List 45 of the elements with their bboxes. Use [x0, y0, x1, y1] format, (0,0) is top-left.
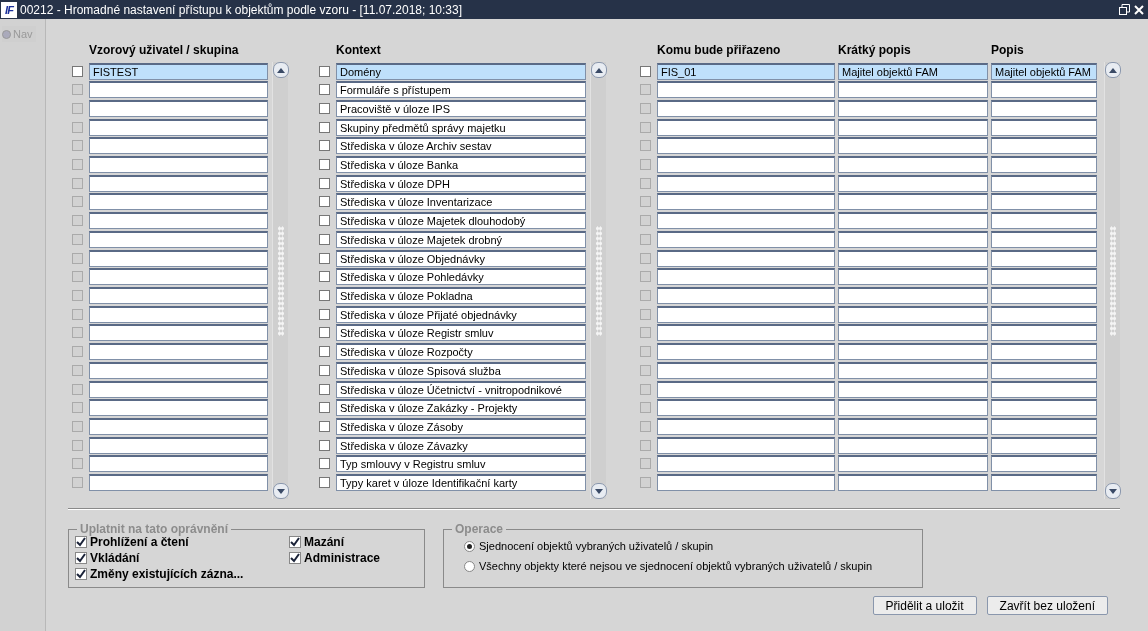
context-field[interactable]: Střediska v úloze Archiv sestav	[336, 137, 586, 155]
context-field[interactable]: Domény	[336, 62, 586, 80]
group-title: Operace	[454, 522, 505, 536]
context-field[interactable]: Střediska v úloze Rozpočty	[336, 343, 586, 361]
context-field[interactable]: Střediska v úloze Účetnictví - vnitropodnikové	[336, 380, 586, 398]
context-field[interactable]: Střediska v úloze Závazky	[336, 436, 586, 454]
checkbox-label: Vkládání	[90, 551, 140, 565]
context-field[interactable]: Střediska v úloze Registr smluv	[336, 324, 586, 342]
column-header: Krátký popis	[838, 43, 912, 57]
radio-label: Sjednocení objektů vybraných uživatelů / skupin	[479, 540, 714, 552]
context-field[interactable]: Pracoviště v úloze IPS	[336, 99, 586, 117]
context-field[interactable]: Střediska v úloze Majetek dlouhodobý	[336, 212, 586, 230]
context-field[interactable]: Typ smlouvy v Registru smluv	[336, 455, 586, 473]
context-field[interactable]: Typy karet v úloze Identifikační karty	[336, 474, 586, 491]
context-field[interactable]: Střediska v úloze Banka	[336, 156, 586, 174]
context-field[interactable]: Střediska v úloze Přijaté objednávky	[336, 305, 586, 323]
target-field[interactable]: Majitel objektů FAM	[991, 62, 1097, 80]
context-field[interactable]: Střediska v úloze Zásoby	[336, 417, 586, 435]
context-field[interactable]: Formuláře s přístupem	[336, 81, 586, 99]
checkbox-label: Administrace	[304, 551, 381, 565]
context-field[interactable]: Střediska v úloze Objednávky	[336, 249, 586, 267]
checkbox-label: Změny existujících zázna...	[90, 567, 244, 581]
window-title: 00212 - Hromadné nastavení přístupu k objektům podle vzoru - [11.07.2018; 10:33]	[20, 2, 464, 17]
context-field[interactable]: Střediska v úloze Majetek drobný	[336, 230, 586, 248]
user-field[interactable]: FISTEST	[89, 62, 268, 80]
column-header: Vzorový uživatel / skupina	[89, 43, 239, 57]
action-button[interactable]: Zavřít bez uložení	[986, 596, 1108, 615]
context-field[interactable]: Střediska v úloze DPH	[336, 174, 586, 192]
context-field[interactable]: Střediska v úloze Inventarizace	[336, 193, 586, 211]
checkbox-label: Mazání	[304, 535, 344, 549]
context-field[interactable]: Střediska v úloze Pohledávky	[336, 268, 586, 286]
target-field[interactable]: Majitel objektů FAM	[838, 62, 988, 80]
column-header: Kontext	[336, 43, 381, 57]
app-logo: IF	[1, 1, 17, 18]
context-field[interactable]: Střediska v úloze Spisová služba	[336, 361, 586, 379]
column-header: Komu bude přiřazeno	[657, 43, 782, 57]
column-header: Popis	[991, 43, 1025, 57]
context-field[interactable]: Střediska v úloze Pokladna	[336, 287, 586, 304]
context-field[interactable]: Skupiny předmětů správy majetku	[336, 118, 586, 136]
action-button[interactable]: Přidělit a uložit	[872, 596, 977, 615]
group-title: Uplatnit na tato oprávnění	[79, 522, 229, 536]
target-field[interactable]: FIS_01	[657, 62, 835, 80]
radio-label: Všechny objekty které nejsou ve sjednocení objektů vybraných uživatelů / skupin	[479, 560, 873, 572]
context-field[interactable]: Střediska v úloze Zakázky - Projekty	[336, 399, 586, 417]
checkbox-label: Prohlížení a čtení	[90, 535, 189, 549]
